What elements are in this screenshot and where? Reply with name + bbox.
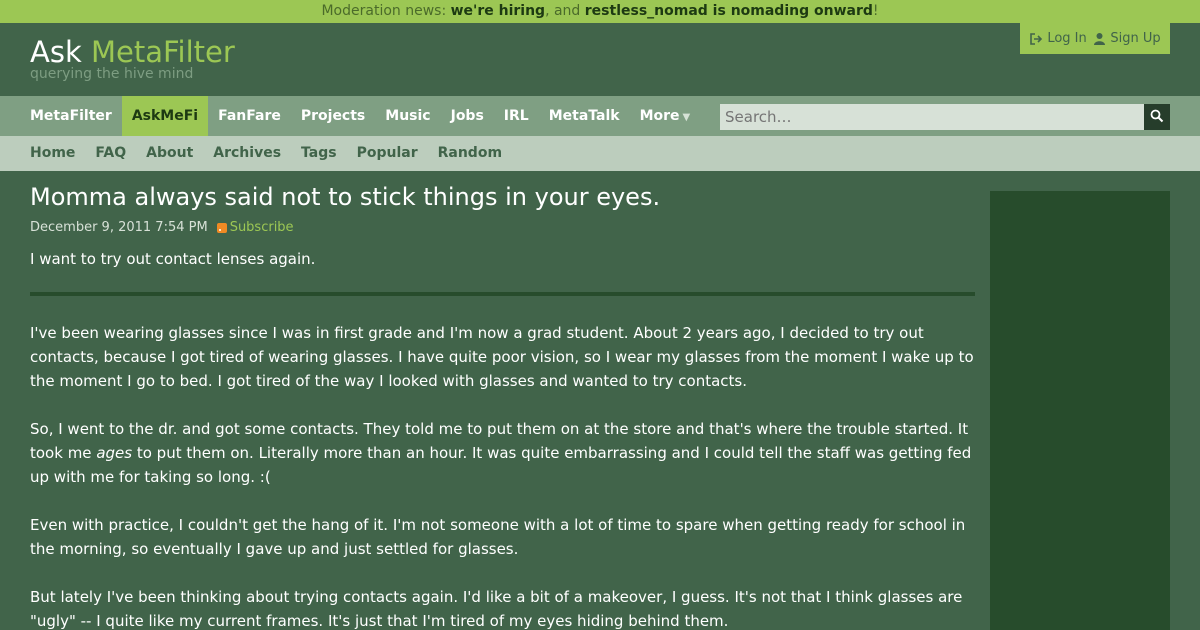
nav-item-more[interactable]: More ▼	[630, 96, 701, 136]
auth-box: Log In Sign Up	[1020, 23, 1170, 54]
subnav-item-home[interactable]: Home	[20, 136, 85, 171]
subnav-item-faq[interactable]: FAQ	[85, 136, 136, 171]
nomad-link[interactable]: restless_nomad is nomading onward	[585, 3, 873, 19]
search-input[interactable]	[720, 104, 1144, 130]
nav-item-askmefi[interactable]: AskMeFi	[121, 96, 209, 136]
post-paragraph: But lately I've been thinking about tryi…	[30, 588, 963, 630]
divider	[30, 292, 975, 296]
subnav-item-random[interactable]: Random	[428, 136, 512, 171]
hiring-link[interactable]: we're hiring	[451, 3, 545, 19]
post-meta: December 9, 2011 7:54 PM Subscribe	[30, 220, 975, 235]
moderation-news-bar: Moderation news: we're hiring, and restl…	[0, 0, 1200, 23]
signup-label: Sign Up	[1110, 31, 1161, 46]
search-icon	[1150, 108, 1164, 127]
site-tagline: querying the hive mind	[30, 66, 194, 82]
nav-item-jobs[interactable]: Jobs	[441, 96, 494, 136]
post-paragraph: Even with practice, I couldn't get the h…	[30, 516, 966, 558]
nav-item-irl[interactable]: IRL	[494, 96, 539, 136]
search-box	[720, 104, 1170, 130]
post-title: Momma always said not to stick things in…	[30, 183, 661, 211]
login-icon	[1029, 32, 1043, 46]
subnav-item-popular[interactable]: Popular	[347, 136, 428, 171]
nav-item-projects[interactable]: Projects	[291, 96, 375, 136]
nav-item-fanfare[interactable]: FanFare	[208, 96, 291, 136]
logo-metafilter: MetaFilter	[90, 35, 235, 69]
post-date: December 9, 2011 7:54 PM	[30, 220, 208, 235]
post-paragraph: I've been wearing glasses since I was in…	[30, 324, 974, 390]
login-link[interactable]: Log In	[1029, 31, 1087, 46]
post-question: I want to try out contact lenses again.	[30, 250, 316, 268]
site-logo[interactable]: Ask MetaFilter	[30, 35, 235, 69]
subnav-item-tags[interactable]: Tags	[291, 136, 347, 171]
moderation-prefix: Moderation news:	[321, 3, 451, 19]
more-label: More	[639, 108, 680, 124]
subscribe-label: Subscribe	[229, 220, 294, 235]
signup-link[interactable]: Sign Up	[1093, 31, 1161, 46]
rss-icon	[216, 222, 227, 233]
subscribe-link[interactable]: Subscribe	[216, 220, 294, 235]
sidebar	[990, 191, 1170, 630]
moderation-middle: , and	[545, 3, 585, 19]
moderation-suffix: !	[872, 3, 879, 19]
subnav-item-about[interactable]: About	[136, 136, 203, 171]
logo-ask: Ask	[30, 35, 91, 69]
nav-item-music[interactable]: Music	[375, 96, 440, 136]
user-icon	[1093, 32, 1106, 46]
post-paragraph: So, I went to the dr. and got some conta…	[30, 417, 975, 489]
search-button[interactable]	[1144, 104, 1170, 130]
nav-item-metatalk[interactable]: MetaTalk	[539, 96, 630, 136]
post-main: Momma always said not to stick things in…	[30, 181, 975, 630]
main-nav: MetaFilter AskMeFi FanFare Projects Musi…	[0, 96, 1200, 136]
sub-nav: Home FAQ About Archives Tags Popular Ran…	[0, 136, 1200, 171]
caret-down-icon: ▼	[682, 112, 691, 123]
subnav-item-archives[interactable]: Archives	[203, 136, 291, 171]
paragraph-text: to put them on. Literally more than an h…	[30, 444, 972, 486]
post-body: I've been wearing glasses since I was in…	[30, 321, 975, 630]
site-header: Ask MetaFilter querying the hive mind Lo…	[0, 23, 1200, 96]
login-label: Log In	[1047, 31, 1087, 46]
nav-item-metafilter[interactable]: MetaFilter	[20, 96, 122, 136]
emphasis-text: ages	[96, 444, 133, 462]
